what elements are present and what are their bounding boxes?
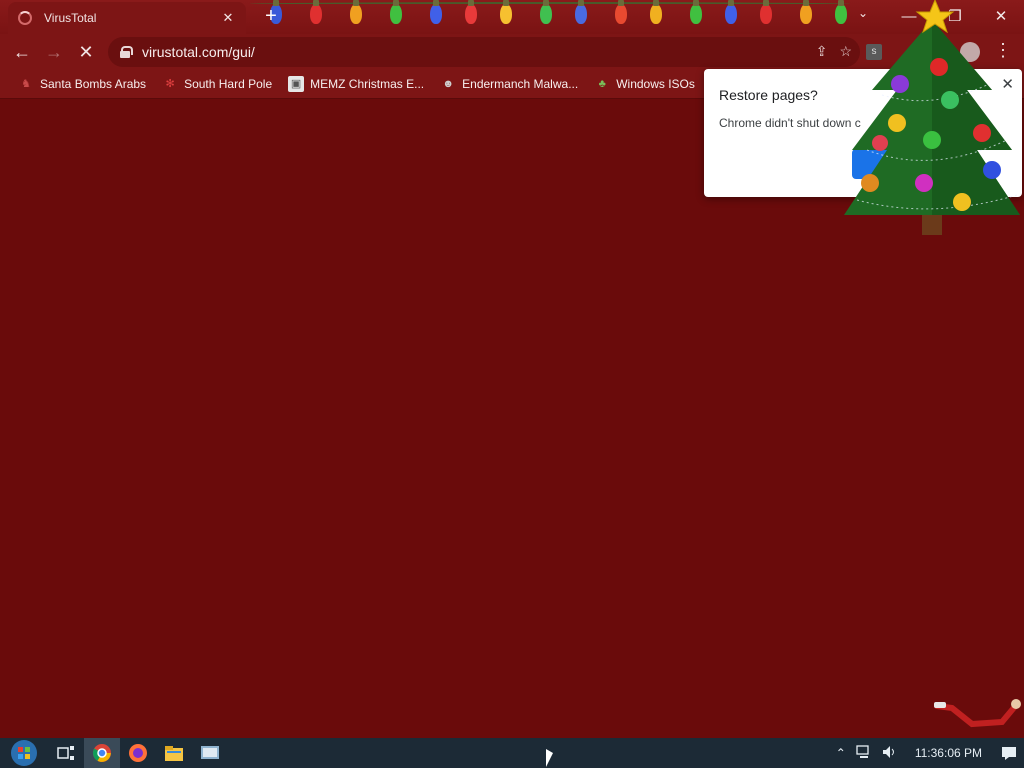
chrome-icon[interactable] — [84, 738, 120, 768]
light-bulb — [760, 0, 772, 24]
bookmark-windows-isos[interactable]: ♣ Windows ISOs — [586, 72, 703, 96]
bookmark-santa-bombs-arabs[interactable]: ♞ Santa Bombs Arabs — [10, 72, 154, 96]
url-text: virustotal.com/gui/ — [142, 44, 255, 60]
santa-icon: ♞ — [21, 78, 31, 90]
light-bulb — [350, 0, 362, 24]
christmas-lights — [250, 0, 850, 34]
dialog-message: Chrome didn't shut down c — [719, 116, 861, 130]
share-icon[interactable]: ⇪ — [816, 43, 828, 60]
start-orb-icon[interactable] — [0, 738, 48, 768]
tab-virustotal[interactable]: VirusTotal ✕ — [8, 2, 246, 34]
network-icon[interactable] — [851, 744, 877, 762]
file-explorer-icon[interactable] — [156, 738, 192, 768]
bookmark-label: Santa Bombs Arabs — [40, 77, 147, 91]
new-tab-button[interactable]: + — [260, 6, 282, 28]
bookmark-label: South Hard Pole — [184, 77, 273, 91]
show-hidden-icons-icon[interactable]: ⌃ — [831, 746, 851, 760]
clock[interactable]: 11:36:06 PM — [903, 746, 994, 760]
endermanch-icon: ☻ — [442, 78, 454, 90]
address-bar[interactable]: virustotal.com/gui/ ⇪ ☆ — [108, 37, 860, 67]
snowflake-icon: ✻ — [165, 78, 175, 90]
tab-close-icon[interactable]: ✕ — [220, 10, 236, 26]
light-bulb — [390, 0, 402, 24]
loading-spinner-icon — [18, 11, 32, 25]
stop-loading-button[interactable]: ✕ — [70, 36, 102, 68]
tab-title: VirusTotal — [44, 11, 97, 25]
light-bulb — [575, 0, 587, 24]
task-view-icon[interactable] — [48, 738, 84, 768]
back-button[interactable]: ← — [6, 36, 38, 68]
bookmark-label: MEMZ Christmas E... — [310, 77, 425, 91]
light-bulb — [800, 0, 812, 24]
light-bulb — [500, 0, 512, 24]
app-icon[interactable] — [192, 738, 228, 768]
tree-bookmark-icon: ♣ — [598, 78, 606, 90]
light-bulb — [650, 0, 662, 24]
notifications-icon[interactable] — [994, 738, 1024, 768]
bookmark-label: Windows ISOs — [616, 77, 695, 91]
light-bulb — [615, 0, 627, 24]
bookmark-endermanch-malware[interactable]: ☻ Endermanch Malwa... — [432, 72, 586, 96]
light-bulb — [465, 0, 477, 24]
bookmark-memz-christmas[interactable]: ▣ MEMZ Christmas E... — [280, 72, 432, 96]
light-bulb — [430, 0, 442, 24]
bookmark-south-hard-pole[interactable]: ✻ South Hard Pole — [154, 72, 280, 96]
forward-button[interactable]: → — [38, 36, 70, 68]
browser-window: VirusTotal ✕ + ⌄ — ❐ ✕ ← → ✕ virustotal.… — [0, 0, 1024, 738]
bookmark-label: Endermanch Malwa... — [462, 77, 579, 91]
christmas-tree-image — [844, 0, 1020, 235]
light-bulb — [540, 0, 552, 24]
light-bulb — [690, 0, 702, 24]
volume-icon[interactable] — [877, 745, 903, 762]
lock-icon[interactable] — [120, 46, 133, 58]
light-bulb — [310, 0, 322, 24]
taskbar: ⌃ 11:36:06 PM — [0, 738, 1024, 768]
dialog-title: Restore pages? — [719, 87, 818, 103]
mouse-cursor — [546, 749, 553, 767]
firefox-icon[interactable] — [120, 738, 156, 768]
memz-icon: ▣ — [288, 76, 305, 92]
light-bulb — [725, 0, 737, 24]
system-tray: ⌃ 11:36:06 PM — [831, 738, 1024, 768]
dancing-figure-image — [934, 699, 1021, 728]
